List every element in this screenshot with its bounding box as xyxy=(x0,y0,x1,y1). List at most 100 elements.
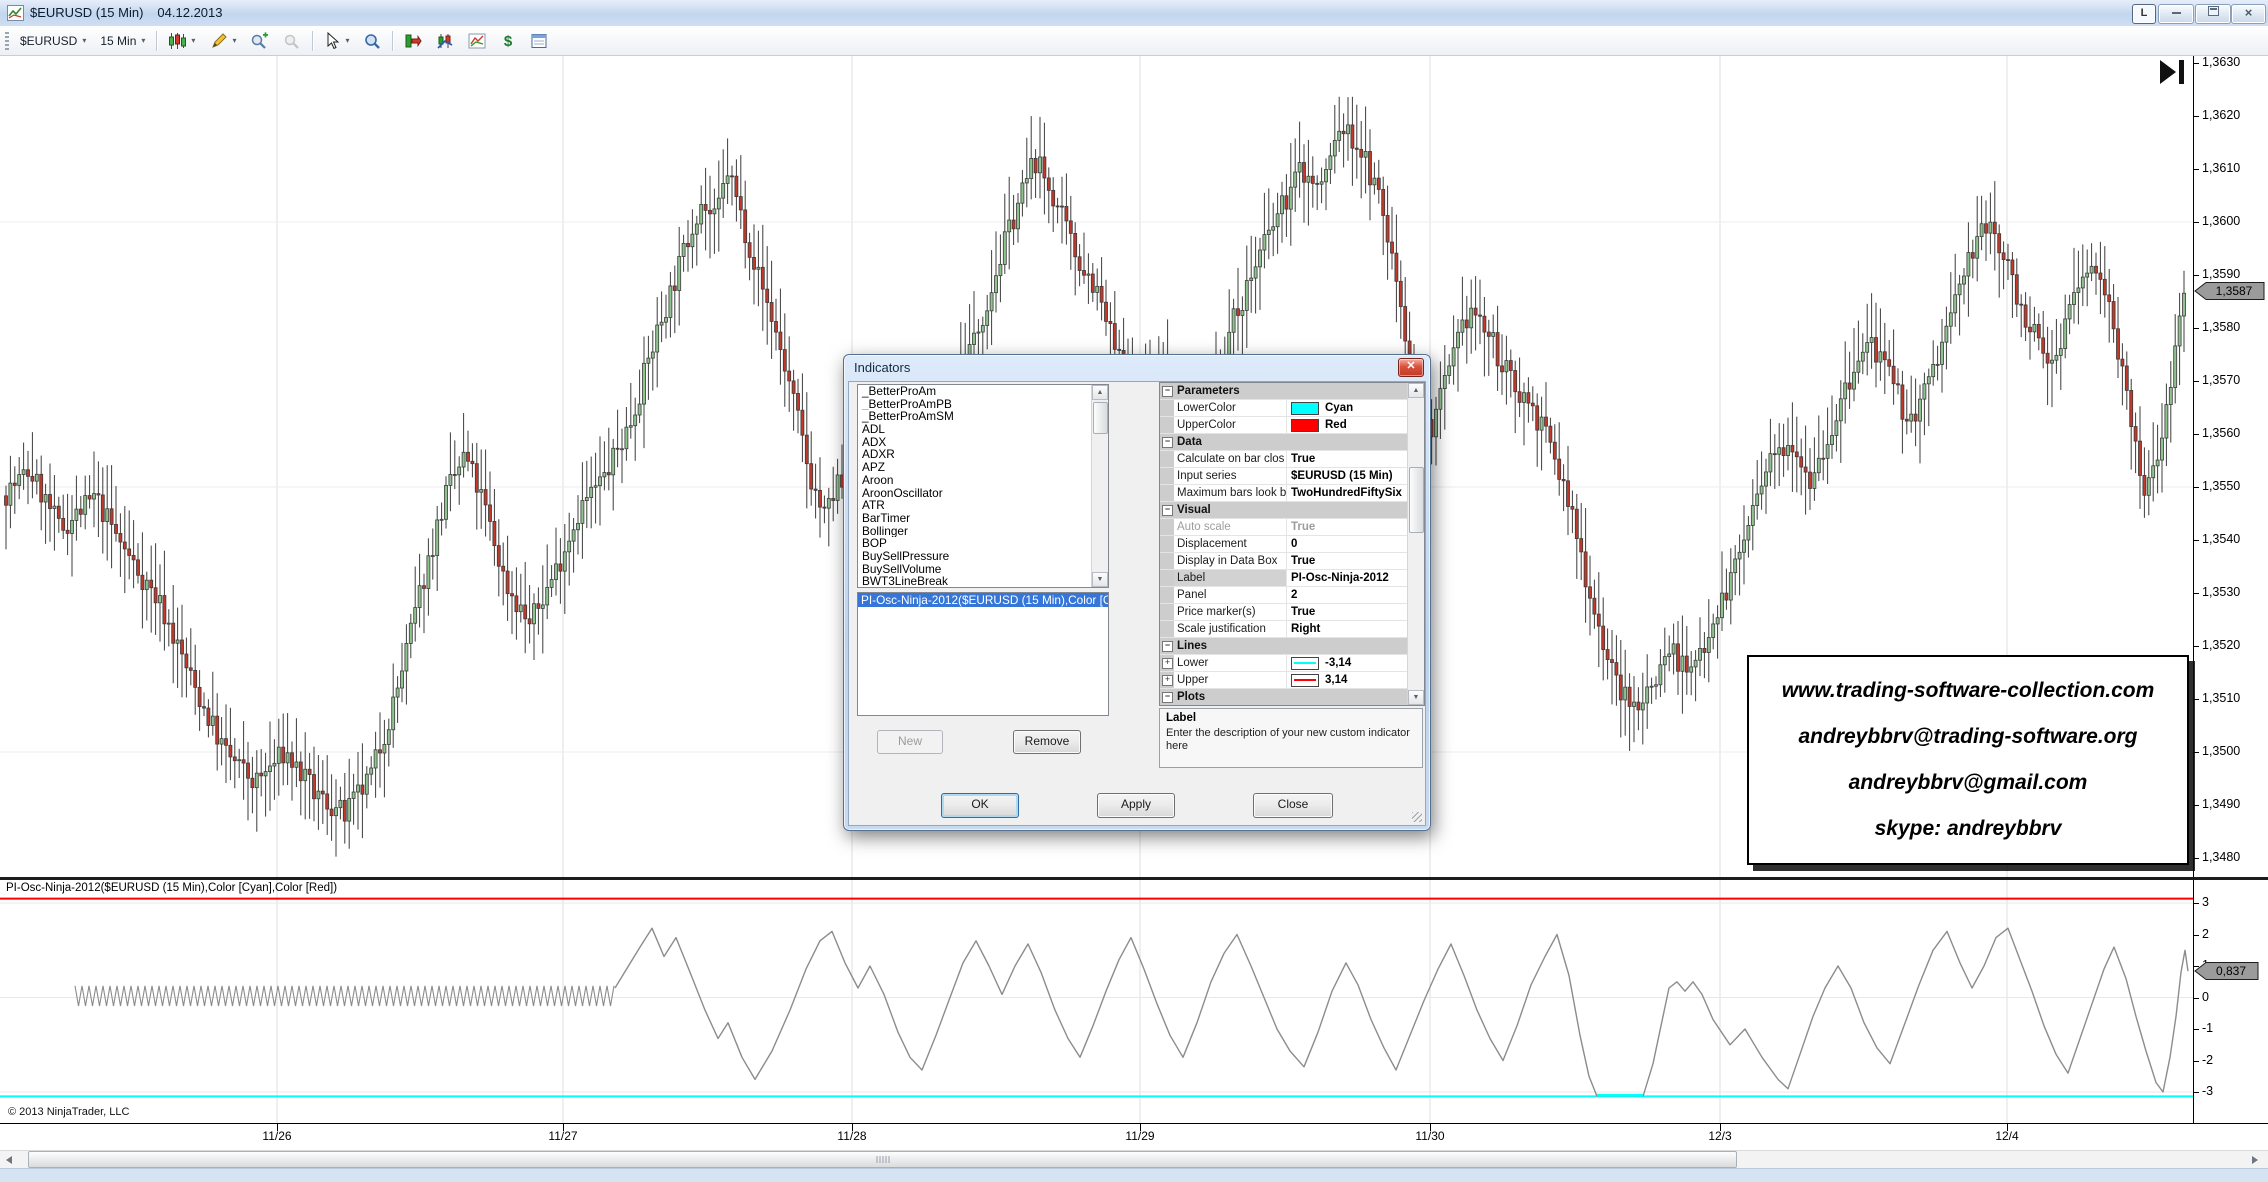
expand-icon[interactable]: + xyxy=(1162,675,1173,686)
property-value[interactable]: TwoHundredFiftySix xyxy=(1287,485,1407,501)
property-group-row[interactable]: −Plots xyxy=(1160,689,1407,706)
indicator-list-item[interactable]: Bollinger xyxy=(858,525,1108,538)
property-row[interactable]: LowerColorCyan xyxy=(1160,400,1407,417)
property-row[interactable]: +Lower-3,14 xyxy=(1160,655,1407,672)
go-to-end-icon[interactable] xyxy=(2156,58,2190,86)
property-grid-scrollbar-thumb[interactable] xyxy=(1409,467,1424,533)
property-row[interactable]: Panel2 xyxy=(1160,587,1407,604)
property-value[interactable]: Red xyxy=(1287,417,1407,433)
indicator-list-item[interactable]: APZ xyxy=(858,461,1108,474)
indicator-list-item[interactable]: ADXR xyxy=(858,448,1108,461)
indicator-list-item[interactable]: _BetterProAmSM xyxy=(858,410,1108,423)
dialog-titlebar[interactable]: Indicators xyxy=(844,355,1430,381)
property-row[interactable]: Scale justificationRight xyxy=(1160,621,1407,638)
indicator-list-item[interactable]: BuySellPressure xyxy=(858,550,1108,563)
link-button[interactable]: L xyxy=(2132,4,2156,24)
zoom-in-button[interactable] xyxy=(244,29,275,53)
indicators-button[interactable] xyxy=(430,29,460,53)
indicator-list-item[interactable]: BWT3LineBreak xyxy=(858,575,1108,588)
instrument-dropdown[interactable]: $EURUSD▾ xyxy=(14,29,92,53)
collapse-icon[interactable]: − xyxy=(1162,386,1173,397)
property-grid-scrollbar[interactable]: ▲ ▼ xyxy=(1407,383,1424,705)
property-row[interactable]: Price marker(s)True xyxy=(1160,604,1407,621)
available-indicators-list[interactable]: _BetterProAm_BetterProAmPB_BetterProAmSM… xyxy=(857,384,1109,588)
interval-dropdown[interactable]: 15 Min▾ xyxy=(94,29,151,53)
property-value[interactable]: 2 xyxy=(1287,587,1407,603)
list-scrollbar-thumb[interactable] xyxy=(1093,402,1108,434)
property-value[interactable]: -3,14 xyxy=(1287,655,1407,671)
indicator-list-item[interactable]: Aroon xyxy=(858,474,1108,487)
indicator-list-item[interactable]: BOP xyxy=(858,537,1108,550)
restore-button[interactable] xyxy=(2195,4,2231,24)
properties-button[interactable] xyxy=(524,29,554,53)
property-value[interactable]: True xyxy=(1287,553,1407,569)
indicator-list-item[interactable]: _BetterProAmPB xyxy=(858,398,1108,411)
indicator-list-item[interactable]: AroonOscillator xyxy=(858,487,1108,500)
property-value[interactable]: True xyxy=(1287,451,1407,467)
collapse-icon[interactable]: − xyxy=(1162,437,1173,448)
indicator-property-grid[interactable]: −ParametersLowerColorCyanUpperColorRed−D… xyxy=(1159,382,1425,706)
chart-trader-button[interactable] xyxy=(398,29,428,53)
collapse-icon[interactable]: − xyxy=(1162,641,1173,652)
property-row[interactable]: +Upper3,14 xyxy=(1160,672,1407,689)
apply-button[interactable]: Apply xyxy=(1097,793,1175,818)
property-row[interactable]: Input series$EURUSD (15 Min) xyxy=(1160,468,1407,485)
scroll-up-arrow-icon[interactable]: ▲ xyxy=(1092,385,1108,400)
new-button[interactable]: New xyxy=(877,730,943,754)
drawing-tools-dropdown[interactable]: ▾ xyxy=(203,29,242,53)
indicator-list-item[interactable]: ADL xyxy=(858,423,1108,436)
collapse-icon[interactable]: − xyxy=(1162,692,1173,703)
configured-indicators-list[interactable]: PI-Osc-Ninja-2012($EURUSD (15 Min),Color… xyxy=(857,592,1109,716)
list-scrollbar[interactable]: ▲ ▼ xyxy=(1091,385,1108,587)
data-box-button[interactable] xyxy=(357,29,387,53)
property-row[interactable]: Auto scaleTrue xyxy=(1160,519,1407,536)
dialog-close-button[interactable]: ✕ xyxy=(1398,358,1424,377)
panel-splitter[interactable] xyxy=(0,877,2268,880)
zoom-out-button[interactable] xyxy=(277,29,307,53)
minimize-button[interactable] xyxy=(2158,4,2194,24)
close-window-button[interactable]: × xyxy=(2231,4,2266,24)
ok-button[interactable]: OK xyxy=(941,793,1019,818)
property-value[interactable]: Cyan xyxy=(1287,400,1407,416)
property-group-row[interactable]: −Visual xyxy=(1160,502,1407,519)
chart-style-dropdown[interactable]: ▾ xyxy=(162,29,201,53)
property-value[interactable]: Right xyxy=(1287,621,1407,637)
strategies-button[interactable] xyxy=(462,29,492,53)
property-row[interactable]: UpperColorRed xyxy=(1160,417,1407,434)
property-group-row[interactable]: −Data xyxy=(1160,434,1407,451)
indicator-list-item[interactable]: ATR xyxy=(858,499,1108,512)
window-titlebar[interactable]: $EURUSD (15 Min)04.12.2013 L × xyxy=(0,0,2268,27)
indicator-list-item[interactable]: BarTimer xyxy=(858,512,1108,525)
property-row[interactable]: Displacement0 xyxy=(1160,536,1407,553)
property-group-row[interactable]: −Parameters xyxy=(1160,383,1407,400)
collapse-icon[interactable]: − xyxy=(1162,505,1173,516)
property-row[interactable]: LabelPI-Osc-Ninja-2012 xyxy=(1160,570,1407,587)
property-group-row[interactable]: −Lines xyxy=(1160,638,1407,655)
scroll-up-arrow-icon[interactable]: ▲ xyxy=(1408,383,1424,398)
property-value[interactable]: True xyxy=(1287,604,1407,620)
indicator-list-item[interactable]: BuySellVolume xyxy=(858,563,1108,576)
property-value[interactable]: 3,14 xyxy=(1287,672,1407,688)
indicator-list-item[interactable]: ADX xyxy=(858,436,1108,449)
scroll-down-arrow-icon[interactable]: ▼ xyxy=(1408,690,1424,705)
property-row[interactable]: Maximum bars look bTwoHundredFiftySix xyxy=(1160,485,1407,502)
property-value[interactable]: True xyxy=(1287,519,1407,535)
cursor-mode-dropdown[interactable]: ▾ xyxy=(318,29,355,53)
property-value[interactable]: $EURUSD (15 Min) xyxy=(1287,468,1407,484)
horizontal-scrollbar-thumb[interactable] xyxy=(28,1151,1737,1168)
executions-button[interactable]: $ xyxy=(494,29,522,53)
scroll-right-arrow-icon[interactable] xyxy=(2252,1156,2258,1164)
property-row[interactable]: Display in Data BoxTrue xyxy=(1160,553,1407,570)
property-row[interactable]: Calculate on bar closTrue xyxy=(1160,451,1407,468)
remove-button[interactable]: Remove xyxy=(1013,730,1081,754)
property-value[interactable]: 0 xyxy=(1287,536,1407,552)
dialog-resize-grip[interactable] xyxy=(1412,812,1422,822)
configured-indicator-item[interactable]: PI-Osc-Ninja-2012($EURUSD (15 Min),Color… xyxy=(858,593,1108,607)
toolbar-grip[interactable] xyxy=(5,32,9,50)
scroll-down-arrow-icon[interactable]: ▼ xyxy=(1092,572,1108,587)
property-value[interactable]: PI-Osc-Ninja-2012 xyxy=(1287,570,1407,586)
dialog-close-action-button[interactable]: Close xyxy=(1253,793,1333,818)
indicator-list-item[interactable]: _BetterProAm xyxy=(858,385,1108,398)
scroll-left-arrow-icon[interactable] xyxy=(6,1156,12,1164)
expand-icon[interactable]: + xyxy=(1162,658,1173,669)
